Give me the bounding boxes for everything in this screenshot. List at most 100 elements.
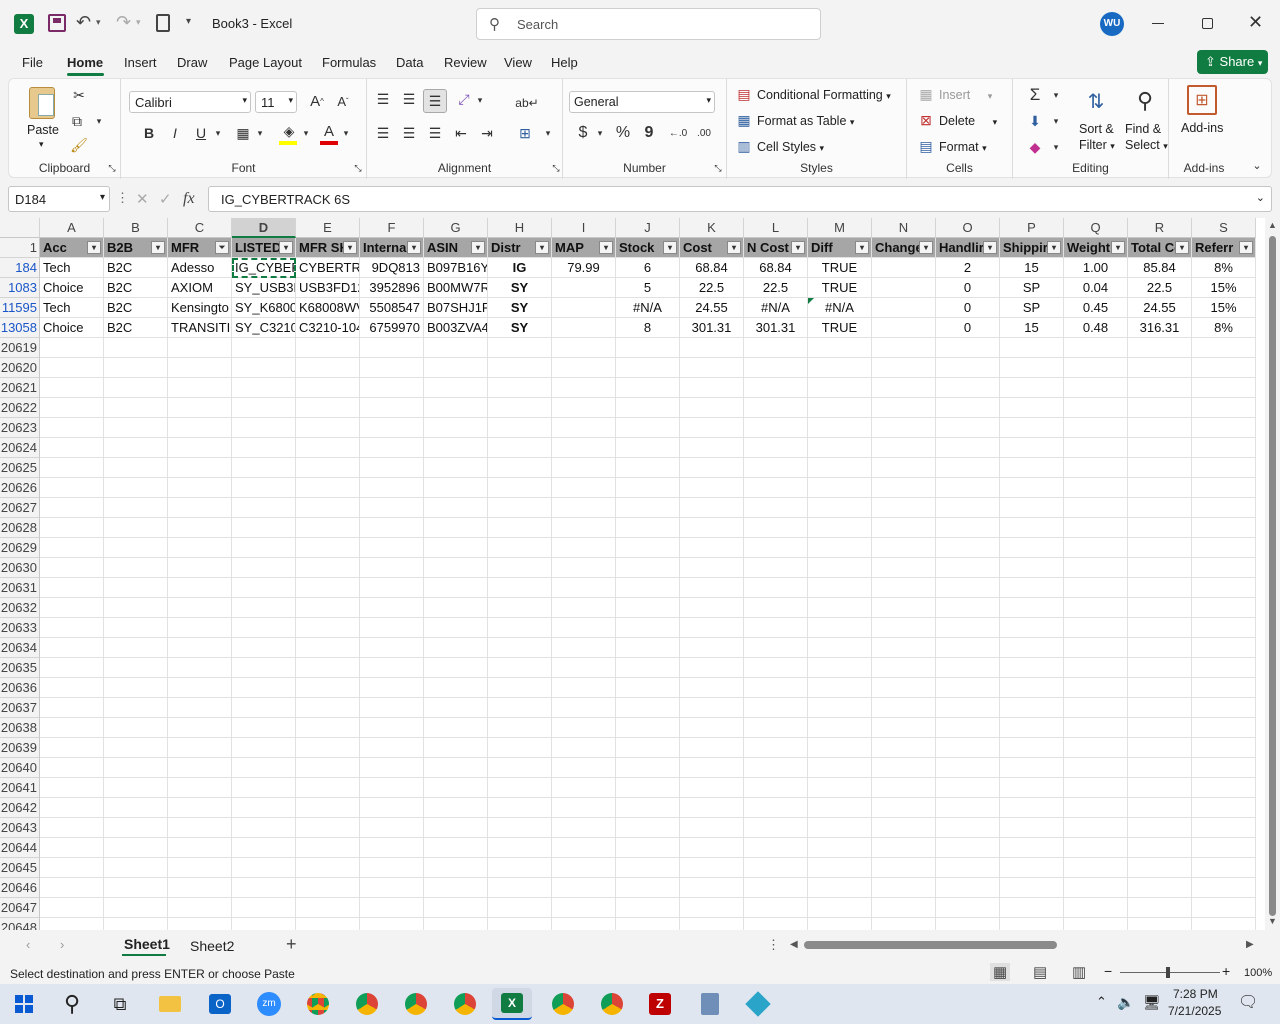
table-cell[interactable]: AXIOM xyxy=(168,278,232,298)
empty-cell[interactable] xyxy=(1064,598,1128,618)
empty-cell[interactable] xyxy=(616,538,680,558)
empty-cell[interactable] xyxy=(232,758,296,778)
page-break-view-icon[interactable]: ▥ xyxy=(1072,963,1086,981)
filter-dropdown-icon[interactable]: ▾ xyxy=(727,241,741,254)
empty-cell[interactable] xyxy=(1000,838,1064,858)
filter-dropdown-icon[interactable]: ▾ xyxy=(87,241,101,254)
task-view-icon[interactable]: ⧉ xyxy=(100,988,140,1020)
empty-cell[interactable] xyxy=(744,778,808,798)
empty-cell[interactable] xyxy=(296,338,360,358)
empty-cell[interactable] xyxy=(552,898,616,918)
empty-cell[interactable] xyxy=(680,638,744,658)
table-cell[interactable]: 316.31 xyxy=(1128,318,1192,338)
column-header-O[interactable]: O xyxy=(936,218,1000,238)
table-cell[interactable]: 0 xyxy=(936,318,1000,338)
empty-cell[interactable] xyxy=(1192,538,1256,558)
table-cell[interactable] xyxy=(872,278,936,298)
empty-cell[interactable] xyxy=(616,778,680,798)
empty-cell[interactable] xyxy=(680,418,744,438)
empty-cell[interactable] xyxy=(104,478,168,498)
empty-cell[interactable] xyxy=(616,358,680,378)
empty-cell[interactable] xyxy=(1000,558,1064,578)
empty-cell[interactable] xyxy=(1064,738,1128,758)
table-cell[interactable]: SP xyxy=(1000,298,1064,318)
table-header-cell[interactable]: MFR SK ▾ xyxy=(296,238,360,258)
empty-cell[interactable] xyxy=(296,778,360,798)
empty-cell[interactable] xyxy=(552,798,616,818)
column-header-E[interactable]: E xyxy=(296,218,360,238)
empty-cell[interactable] xyxy=(104,658,168,678)
empty-cell[interactable] xyxy=(744,798,808,818)
column-header-F[interactable]: F xyxy=(360,218,424,238)
empty-cell[interactable] xyxy=(616,378,680,398)
row-header[interactable]: 184 xyxy=(0,258,40,278)
empty-cell[interactable] xyxy=(680,758,744,778)
column-header-I[interactable]: I xyxy=(552,218,616,238)
table-cell[interactable]: B2C xyxy=(104,298,168,318)
tab-page-layout[interactable]: Page Layout xyxy=(229,55,302,70)
empty-cell[interactable] xyxy=(872,738,936,758)
empty-cell[interactable] xyxy=(936,878,1000,898)
empty-cell[interactable] xyxy=(808,338,872,358)
empty-cell[interactable] xyxy=(616,498,680,518)
empty-cell[interactable] xyxy=(488,338,552,358)
empty-cell[interactable] xyxy=(40,578,104,598)
empty-cell[interactable] xyxy=(168,358,232,378)
normal-view-icon[interactable]: ▦ xyxy=(990,963,1011,981)
empty-cell[interactable] xyxy=(552,458,616,478)
empty-cell[interactable] xyxy=(488,498,552,518)
empty-cell[interactable] xyxy=(680,498,744,518)
empty-cell[interactable] xyxy=(40,798,104,818)
empty-cell[interactable] xyxy=(1192,478,1256,498)
empty-cell[interactable] xyxy=(680,718,744,738)
zoom-level[interactable]: 100% xyxy=(1244,967,1272,979)
empty-cell[interactable] xyxy=(1064,698,1128,718)
format-as-table-icon[interactable]: ▦ xyxy=(735,111,753,129)
empty-cell[interactable] xyxy=(936,678,1000,698)
empty-cell[interactable] xyxy=(744,818,808,838)
filter-dropdown-icon[interactable]: ▾ xyxy=(599,241,613,254)
sheet-tab-sheet1[interactable]: Sheet1 xyxy=(124,936,170,952)
decrease-indent-icon[interactable]: ⇤ xyxy=(451,123,471,143)
empty-cell[interactable] xyxy=(808,638,872,658)
more-icon[interactable]: ⋮ xyxy=(116,190,129,206)
empty-cell[interactable] xyxy=(40,498,104,518)
empty-cell[interactable] xyxy=(40,478,104,498)
scroll-down-icon[interactable]: ▼ xyxy=(1268,916,1277,926)
clear-dropdown-icon[interactable]: ▾ xyxy=(1051,139,1061,155)
empty-cell[interactable] xyxy=(1000,818,1064,838)
empty-cell[interactable] xyxy=(744,398,808,418)
empty-cell[interactable] xyxy=(424,598,488,618)
empty-cell[interactable] xyxy=(104,878,168,898)
table-cell[interactable]: Adesso xyxy=(168,258,232,278)
empty-cell[interactable] xyxy=(40,658,104,678)
empty-cell[interactable] xyxy=(616,438,680,458)
empty-cell[interactable] xyxy=(232,818,296,838)
empty-cell[interactable] xyxy=(808,598,872,618)
number-launcher-icon[interactable]: ⤡ xyxy=(713,163,723,173)
font-size-select[interactable]: 11 ▾ xyxy=(255,91,297,113)
empty-cell[interactable] xyxy=(552,478,616,498)
empty-cell[interactable] xyxy=(488,658,552,678)
table-header-cell[interactable]: Handlir ▾ xyxy=(936,238,1000,258)
empty-cell[interactable] xyxy=(232,638,296,658)
filter-dropdown-icon[interactable]: ▾ xyxy=(343,241,357,254)
chrome-icon-5[interactable] xyxy=(543,988,583,1020)
empty-cell[interactable] xyxy=(296,878,360,898)
paste-icon[interactable] xyxy=(29,87,55,119)
table-cell[interactable]: 8% xyxy=(1192,258,1256,278)
empty-cell[interactable] xyxy=(296,718,360,738)
empty-cell[interactable] xyxy=(40,718,104,738)
empty-cell[interactable] xyxy=(616,458,680,478)
empty-cell[interactable] xyxy=(872,478,936,498)
zoom-out-icon[interactable]: − xyxy=(1104,963,1112,979)
table-header-cell[interactable]: Cost ▾ xyxy=(680,238,744,258)
avatar[interactable]: WU xyxy=(1100,12,1124,36)
empty-cell[interactable] xyxy=(424,878,488,898)
empty-cell[interactable] xyxy=(360,798,424,818)
empty-cell[interactable] xyxy=(1192,338,1256,358)
table-cell[interactable]: IG_CYBERT xyxy=(232,258,296,278)
network-icon[interactable]: 🖥 xyxy=(1143,994,1161,1011)
empty-cell[interactable] xyxy=(424,758,488,778)
empty-cell[interactable] xyxy=(552,558,616,578)
